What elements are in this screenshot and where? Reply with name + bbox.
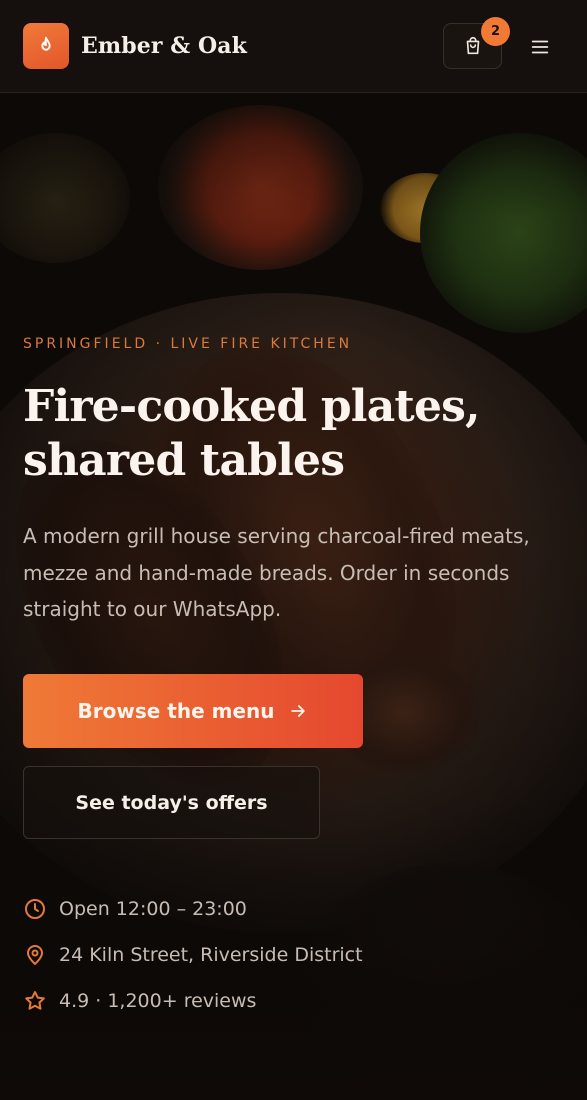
browse-menu-label: Browse the menu [77, 699, 275, 723]
shopping-bag-icon [466, 36, 479, 55]
hamburger-menu-icon [531, 40, 549, 54]
opening-hours: Open 12:00 – 23:00 [23, 897, 247, 921]
flame-icon [41, 36, 51, 51]
clock-icon [25, 899, 45, 919]
address-text: 24 Kiln Street, Riverside District [59, 944, 363, 966]
map-pin-icon [27, 945, 43, 965]
address: 24 Kiln Street, Riverside District [23, 943, 363, 967]
rating: 4.9 · 1,200+ reviews [23, 989, 256, 1013]
opening-hours-text: Open 12:00 – 23:00 [59, 898, 247, 920]
todays-offers-button[interactable]: See today's offers [23, 766, 320, 839]
brand-name[interactable]: Ember & Oak [81, 33, 247, 59]
cart-count-badge: 2 [481, 17, 510, 46]
browse-menu-button[interactable]: Browse the menu [23, 674, 363, 748]
logo[interactable] [23, 23, 69, 69]
hero-description: A modern grill house serving charcoal-fi… [23, 524, 530, 621]
site-header: Ember & Oak 2 [0, 0, 587, 93]
menu-button[interactable] [525, 32, 555, 62]
hero-headline: Fire-cooked plates, shared tables [23, 381, 480, 486]
star-icon [25, 991, 45, 1010]
todays-offers-label: See today's offers [75, 791, 268, 814]
arrow-right-icon [291, 705, 306, 717]
rating-text: 4.9 · 1,200+ reviews [59, 990, 257, 1012]
hero-eyebrow: SPRINGFIELD · LIVE FIRE KITCHEN [23, 336, 353, 352]
